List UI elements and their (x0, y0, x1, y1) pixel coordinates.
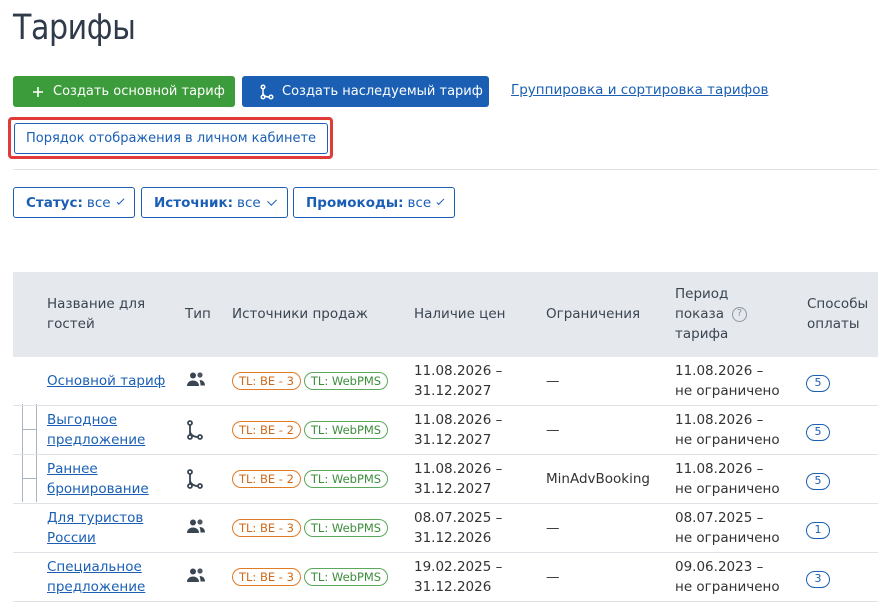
payment-count[interactable]: 1 (806, 519, 830, 539)
header-payment: Способы оплаты (807, 296, 869, 332)
plus-icon (29, 83, 47, 101)
create-main-tariff-label: Создать основной тариф (53, 84, 225, 99)
display-period: 11.08.2026 – не ограничено (675, 363, 780, 399)
tariff-name[interactable]: Для туристов России (47, 508, 143, 548)
table-row: Основной тариф TL: BE - 3 TL: WebPMS 11.0… (13, 357, 878, 406)
display-period: 08.07.2025 – не ограничено (675, 510, 780, 546)
grouping-sorting-link[interactable]: Группировка и сортировка тарифов (511, 82, 768, 98)
table-row: Раннее бронирование TL: BE - 2 TL: WebPMS… (13, 455, 878, 504)
status-filter-label: Статус: (26, 194, 83, 211)
restrictions: — (546, 520, 560, 536)
header-period: Период показа? тарифа (675, 284, 747, 344)
source-badge: TL: WebPMS (303, 372, 389, 390)
restrictions: — (546, 373, 560, 389)
display-order-button[interactable]: Порядок отображения в личном кабинете (14, 123, 328, 154)
source-badge: TL: WebPMS (303, 470, 389, 488)
chevron-down-icon (266, 195, 277, 206)
sales-sources: TL: BE - 3 TL: WebPMS (232, 518, 391, 538)
source-filter[interactable]: Источник: все (141, 187, 288, 218)
sales-sources: TL: BE - 2 TL: WebPMS (232, 420, 391, 440)
create-inherited-tariff-button[interactable]: Создать наследуемый тариф (242, 76, 489, 107)
payment-count[interactable]: 3 (806, 568, 830, 588)
payment-count-badge[interactable]: 5 (806, 423, 830, 441)
restrictions: MinAdvBooking (546, 471, 650, 487)
price-availability: 11.08.2026 –31.12.2027 (414, 412, 503, 448)
header-type: Тип (185, 306, 211, 322)
table-row: Выгодное предложение TL: BE - 2 TL: WebPM… (13, 406, 878, 455)
payment-count[interactable]: 5 (806, 470, 830, 490)
promo-filter-value: все (407, 194, 432, 211)
people-icon (186, 567, 206, 589)
source-badge: TL: BE - 2 (232, 470, 301, 488)
people-icon (186, 371, 206, 393)
payment-count[interactable]: 5 (806, 372, 830, 392)
header-prices: Наличие цен (414, 306, 506, 322)
source-badge: TL: BE - 3 (232, 568, 301, 586)
payment-count-badge[interactable]: 5 (806, 374, 830, 392)
display-period: 11.08.2026 – не ограничено (675, 461, 780, 497)
header-sources: Источники продаж (232, 306, 368, 322)
branch-icon (186, 420, 204, 446)
chevron-down-icon (116, 196, 125, 205)
help-icon[interactable]: ? (731, 306, 747, 322)
display-period: 11.08.2026 – не ограничено (675, 412, 780, 448)
create-inherited-tariff-label: Создать наследуемый тариф (282, 84, 483, 99)
tree-connector (22, 478, 36, 479)
price-availability: 11.08.2026 –31.12.2027 (414, 363, 503, 399)
table-header: Название для гостей Тип Источники продаж … (13, 272, 878, 357)
status-filter-value: все (86, 194, 111, 211)
price-availability: 08.07.2025 –31.12.2026 (414, 510, 503, 546)
table-row: Для туристов России TL: BE - 3 TL: WebPMS… (13, 504, 878, 553)
tariff-name[interactable]: Специальное предложение (47, 557, 145, 597)
source-badge: TL: WebPMS (303, 421, 389, 439)
create-main-tariff-button[interactable]: Создать основной тариф (13, 76, 235, 107)
status-filter[interactable]: Статус: все (13, 187, 135, 218)
source-badge: TL: WebPMS (303, 519, 389, 537)
header-restrictions: Ограничения (546, 306, 641, 322)
price-availability: 11.08.2026 –31.12.2027 (414, 461, 503, 497)
tree-connector (22, 429, 36, 430)
table-row: Специальное предложение TL: BE - 3 TL: We… (13, 553, 878, 602)
source-badge: TL: WebPMS (303, 568, 389, 586)
tariff-name[interactable]: Раннее бронирование (47, 459, 149, 499)
source-filter-label: Источник: (154, 194, 234, 211)
header-name: Название для гостей (47, 296, 146, 332)
restrictions: — (546, 569, 560, 585)
payment-count-badge[interactable]: 1 (806, 521, 830, 539)
divider (13, 169, 878, 170)
source-badge: TL: BE - 2 (232, 421, 301, 439)
source-badge: TL: BE - 3 (232, 519, 301, 537)
display-period: 09.06.2023 – не ограничено (675, 559, 780, 595)
page-title: Тарифы (13, 8, 136, 48)
payment-count[interactable]: 5 (806, 421, 830, 441)
payment-count-badge[interactable]: 3 (806, 570, 830, 588)
branch-icon (258, 83, 276, 101)
payment-count-badge[interactable]: 5 (806, 472, 830, 490)
source-filter-value: все (237, 194, 261, 211)
tariff-name[interactable]: Выгодное предложение (47, 410, 145, 450)
sales-sources: TL: BE - 2 TL: WebPMS (232, 469, 391, 489)
sales-sources: TL: BE - 3 TL: WebPMS (232, 567, 391, 587)
chevron-down-icon (436, 196, 445, 205)
tariff-name[interactable]: Основной тариф (47, 371, 165, 391)
promo-filter[interactable]: Промокоды: все (293, 187, 455, 218)
restrictions: — (546, 422, 560, 438)
source-badge: TL: BE - 3 (232, 372, 301, 390)
branch-icon (186, 469, 204, 495)
sales-sources: TL: BE - 3 TL: WebPMS (232, 371, 391, 391)
people-icon (186, 518, 206, 540)
promo-filter-label: Промокоды: (306, 194, 404, 211)
price-availability: 19.02.2025 –31.12.2026 (414, 559, 503, 595)
